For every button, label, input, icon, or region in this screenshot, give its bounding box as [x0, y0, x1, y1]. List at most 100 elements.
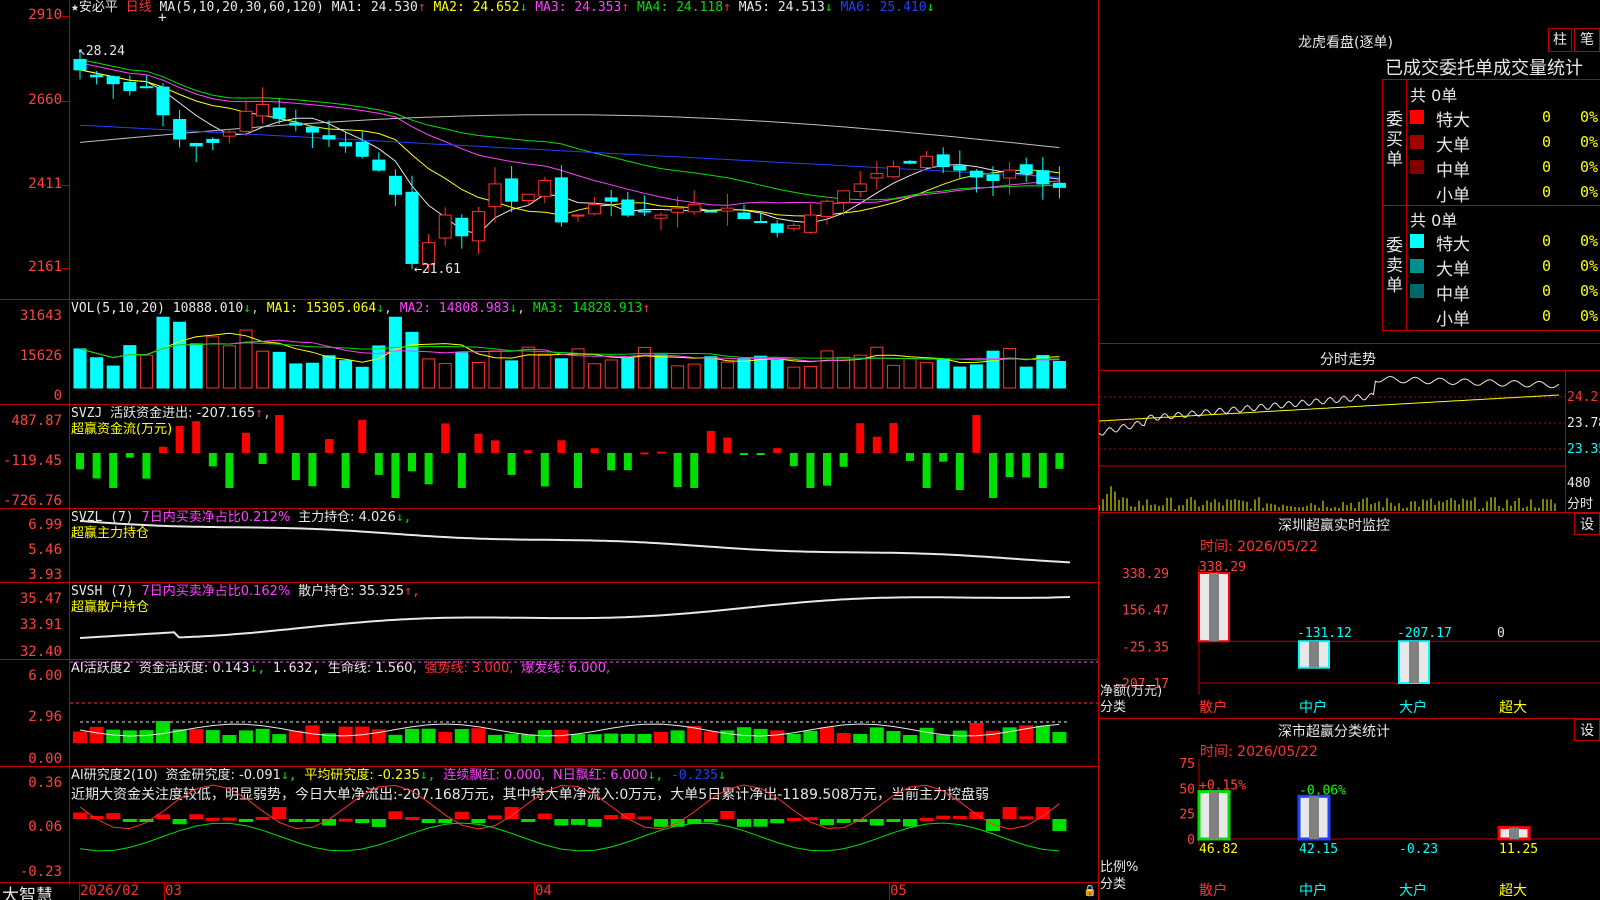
kline-chart[interactable] — [70, 18, 1098, 298]
candle-body — [538, 179, 552, 197]
volume-bar — [123, 345, 137, 389]
volume-bar — [969, 364, 983, 389]
avg-research-line — [79, 822, 1060, 852]
volume-bar — [687, 363, 701, 389]
order-type: 中单 — [1436, 161, 1470, 181]
activity-line — [79, 723, 1060, 737]
candle-body — [339, 142, 353, 147]
low-price-label: ←21.61 — [414, 262, 461, 277]
research-bar — [421, 819, 436, 824]
flow-bar — [540, 453, 549, 487]
period-label[interactable]: 日线 — [126, 0, 152, 15]
research-bar — [405, 817, 419, 821]
sz-class-chart[interactable]: 75 50 25 0 +0.15% 46.82 散户 -0.06% 42.15 中户 -0.23 大户… — [1099, 755, 1600, 900]
candle-body — [471, 211, 485, 242]
activity-bar — [670, 730, 685, 743]
lock-icon[interactable]: 🔒 — [1083, 884, 1097, 897]
svzl-ytick: 3.93 — [28, 567, 62, 583]
favorite-star-icon[interactable]: ★ — [71, 0, 79, 15]
ai2-ytick: 0.36 — [28, 775, 62, 791]
main-ytick: 2411 — [28, 176, 62, 192]
candle-body — [305, 126, 319, 133]
volume-bar — [986, 350, 1000, 389]
research-bar — [654, 819, 668, 827]
candle-body — [139, 86, 153, 89]
candle-body — [803, 214, 817, 233]
order-type: 特大 — [1436, 235, 1470, 255]
activity-bar — [571, 734, 585, 743]
svzl-ytick: 6.99 — [28, 517, 62, 533]
candle-body — [720, 207, 734, 212]
intraday-chart[interactable] — [1099, 371, 1565, 512]
ai1-ytick: 6.00 — [28, 668, 62, 684]
research-bar — [438, 819, 453, 824]
volume-bar — [272, 351, 286, 389]
fund-flow-chart[interactable] — [70, 405, 1098, 508]
activity-bar — [869, 727, 884, 743]
stock-name[interactable]: 安必平 — [79, 0, 118, 15]
volume-bar — [106, 365, 120, 389]
ma-params: MA(5,10,20,30,60,120) — [159, 0, 324, 15]
volume-bar — [538, 353, 552, 389]
order-count: 0 — [1542, 183, 1552, 201]
candle-body — [588, 204, 602, 215]
sz-monitor-settings-button[interactable]: 设 — [1574, 513, 1600, 535]
flow-bar — [491, 440, 499, 453]
volume-bar — [156, 316, 170, 389]
research-bar — [869, 819, 884, 826]
candle-body — [936, 154, 950, 168]
flow-bar — [125, 453, 134, 458]
order-type: 大单 — [1436, 260, 1470, 280]
ma-value-4: MA4: 24.118↑ — [629, 0, 731, 15]
candle-body — [189, 142, 203, 147]
research-bar — [952, 815, 967, 819]
ratio-label: -0.23 — [1399, 842, 1438, 857]
flow-bar — [806, 453, 815, 488]
research-bar — [1052, 819, 1067, 831]
sz-monitor-title: 深圳超赢实时监控 — [1278, 518, 1390, 534]
retail-holding-chart[interactable] — [70, 583, 1098, 659]
svsh-ytick: 32.40 — [19, 644, 62, 660]
research-bar — [1019, 816, 1034, 820]
order-type: 小单 — [1436, 186, 1470, 206]
longhu-title: 龙虎看盘(逐单) — [1298, 35, 1393, 51]
activity-bar — [637, 733, 652, 743]
flow-bar — [291, 453, 300, 481]
bar-mode-button[interactable]: 柱 — [1548, 28, 1572, 52]
flow-bar — [789, 453, 798, 467]
volume-bar — [903, 358, 917, 389]
volume-bar — [787, 366, 801, 389]
activity-bar — [405, 728, 419, 743]
svzl-ytick: 5.46 — [28, 542, 62, 558]
candle-body — [1052, 182, 1066, 188]
volume-bar — [870, 346, 884, 389]
ai-research-chart[interactable] — [70, 767, 1098, 882]
high-price-label: ↖28.24 — [78, 44, 125, 59]
research-bar — [554, 819, 569, 826]
holding-line — [79, 596, 1071, 639]
flow-bar — [424, 453, 433, 485]
candle-body — [505, 178, 519, 202]
ai-activity-chart[interactable] — [70, 660, 1098, 766]
flow-bar — [208, 453, 217, 467]
main-holding-chart[interactable] — [70, 509, 1098, 582]
flow-bar — [823, 453, 831, 486]
vol-ytick: 15626 — [19, 348, 62, 364]
sz-class-settings-button[interactable]: 设 — [1574, 719, 1600, 741]
volume-bar — [239, 329, 253, 389]
volume-bar — [720, 361, 734, 389]
candle-body — [488, 183, 502, 208]
candle-body — [405, 191, 419, 264]
ma-value-1: MA1: 24.530↑ — [331, 0, 426, 15]
activity-bar — [156, 721, 170, 743]
ma-line — [79, 69, 1060, 217]
category-label: 大户 — [1399, 882, 1427, 899]
order-type: 大单 — [1436, 136, 1470, 156]
tick-mode-button[interactable]: 笔 — [1574, 28, 1600, 52]
ratio-bar-shade — [1509, 827, 1519, 839]
candle-body — [355, 141, 369, 157]
volume-chart[interactable] — [70, 300, 1098, 404]
brand-logo[interactable]: 大智慧 — [2, 881, 53, 900]
sz-monitor-chart[interactable]: 338.29 156.47 -25.35 -207.17 338.29 散户 -131.12… — [1099, 555, 1600, 725]
monitor-ytick: -25.35 — [1122, 640, 1169, 655]
